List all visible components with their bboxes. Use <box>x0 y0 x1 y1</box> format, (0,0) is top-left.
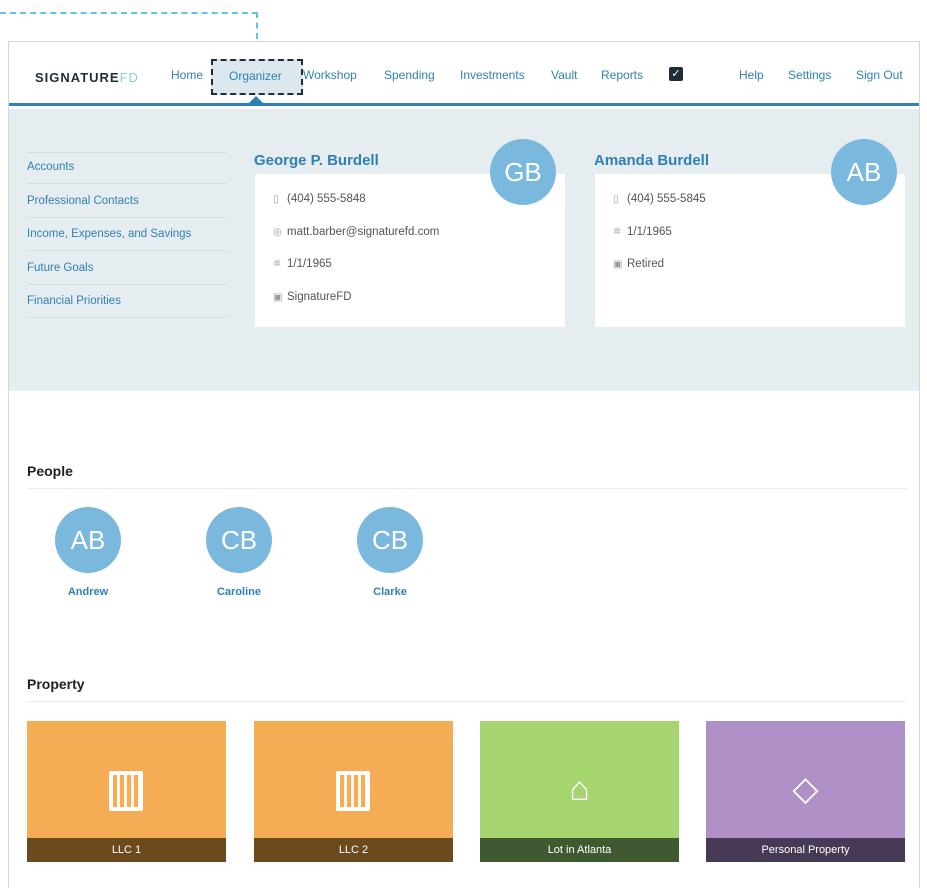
nav-sign-out[interactable]: Sign Out <box>856 68 903 82</box>
building-icon <box>109 771 143 811</box>
person-name-andrew[interactable]: Andrew <box>38 586 138 598</box>
spouse-employer: ▣ Retired <box>613 258 664 270</box>
sidebar-item-professional-contacts[interactable]: Professional Contacts <box>27 195 227 218</box>
property-label: LLC 1 <box>27 838 226 862</box>
sidebar-item-income-expenses-savings[interactable]: Income, Expenses, and Savings <box>27 228 227 251</box>
property-tile-llc-1[interactable]: LLC 1 <box>27 721 226 862</box>
sidebar-item-financial-priorities[interactable]: Financial Priorities <box>27 295 227 318</box>
primary-avatar[interactable]: GB <box>490 139 556 205</box>
active-indicator-caret <box>249 96 263 103</box>
person-avatar-andrew[interactable]: AB <box>55 507 121 573</box>
email-icon: ◎ <box>273 227 282 238</box>
people-divider <box>27 488 907 489</box>
property-label: Lot in Atlanta <box>480 838 679 862</box>
primary-employer: ▣ SignatureFD <box>273 291 352 303</box>
person-name-clarke[interactable]: Clarke <box>340 586 440 598</box>
spouse-dob: ≝ 1/1/1965 <box>613 226 672 238</box>
primary-email: ◎ matt.barber@signaturefd.com <box>273 226 439 238</box>
nav-spending[interactable]: Spending <box>384 68 435 82</box>
house-icon: ⌂ <box>569 770 590 808</box>
people-heading: People <box>27 463 73 479</box>
checklist-icon[interactable]: ✓ <box>669 67 683 81</box>
primary-phone-text: (404) 555-5848 <box>287 193 366 205</box>
sidebar-divider <box>27 152 227 153</box>
primary-phone: ▯ (404) 555-5848 <box>273 193 366 205</box>
sidebar-item-future-goals[interactable]: Future Goals <box>27 262 227 285</box>
primary-dob-text: 1/1/1965 <box>287 258 332 270</box>
person-name-caroline[interactable]: Caroline <box>189 586 289 598</box>
briefcase-icon: ▣ <box>613 259 623 270</box>
property-heading: Property <box>27 676 85 692</box>
logo-accent: FD <box>119 70 139 85</box>
person-avatar-caroline[interactable]: CB <box>206 507 272 573</box>
cake-icon: ≝ <box>273 259 282 270</box>
nav-workshop[interactable]: Workshop <box>303 68 357 82</box>
phone-icon: ▯ <box>273 194 279 205</box>
nav-organizer-label: Organizer <box>229 69 282 83</box>
building-icon <box>336 771 370 811</box>
sidebar-item-accounts[interactable]: Accounts <box>27 161 227 184</box>
cake-icon: ≝ <box>613 227 622 238</box>
primary-dob: ≝ 1/1/1965 <box>273 258 332 270</box>
property-tile-personal-property[interactable]: ◇ Personal Property <box>706 721 905 862</box>
diamond-icon: ◇ <box>792 770 819 808</box>
phone-icon: ▯ <box>613 194 619 205</box>
household-panel: Accounts Professional Contacts Income, E… <box>9 109 919 391</box>
property-label: Personal Property <box>706 838 905 862</box>
primary-name[interactable]: George P. Burdell <box>254 152 379 169</box>
nav-help[interactable]: Help <box>739 68 764 82</box>
app-window: SIGNATUREFD Home Organizer Workshop Spen… <box>8 41 920 888</box>
spouse-dob-text: 1/1/1965 <box>627 226 672 238</box>
nav-investments[interactable]: Investments <box>460 68 525 82</box>
primary-email-text: matt.barber@signaturefd.com <box>287 226 440 238</box>
property-tile-lot-in-atlanta[interactable]: ⌂ Lot in Atlanta <box>480 721 679 862</box>
briefcase-icon: ▣ <box>273 292 283 303</box>
logo-text: SIGNATURE <box>35 70 120 85</box>
property-label: LLC 2 <box>254 838 453 862</box>
annotation-line-horizontal <box>0 12 258 14</box>
spouse-name[interactable]: Amanda Burdell <box>594 152 709 169</box>
spouse-phone-text: (404) 555-5845 <box>627 193 706 205</box>
nav-home[interactable]: Home <box>171 68 203 82</box>
primary-employer-text: SignatureFD <box>287 291 352 303</box>
nav-reports[interactable]: Reports <box>601 68 643 82</box>
top-nav: SIGNATUREFD Home Organizer Workshop Spen… <box>9 42 919 106</box>
property-tile-llc-2[interactable]: LLC 2 <box>254 721 453 862</box>
nav-settings[interactable]: Settings <box>788 68 831 82</box>
spouse-employer-text: Retired <box>627 258 665 270</box>
property-divider <box>27 701 907 702</box>
spouse-phone: ▯ (404) 555-5845 <box>613 193 706 205</box>
person-avatar-clarke[interactable]: CB <box>357 507 423 573</box>
logo[interactable]: SIGNATUREFD <box>35 70 139 85</box>
spouse-avatar[interactable]: AB <box>831 139 897 205</box>
nav-organizer[interactable]: Organizer <box>211 59 303 95</box>
nav-vault[interactable]: Vault <box>551 68 577 82</box>
